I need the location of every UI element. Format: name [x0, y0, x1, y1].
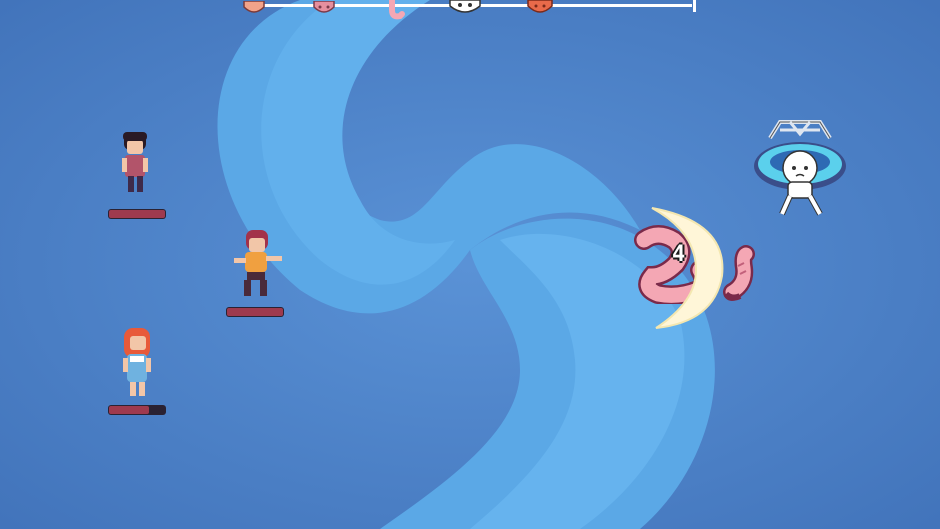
party-member-face-icon [243, 0, 265, 13]
hp-bar-boy-orange-shirt [226, 307, 284, 317]
damage-number: 4 [672, 242, 686, 267]
turn-icon-party-member-1 [242, 0, 266, 14]
party-member-face-icon [313, 0, 335, 13]
hp-bar-boy-dark-hair [108, 209, 166, 219]
turn-order-end-marker [693, 0, 696, 12]
hp-fill [109, 406, 149, 414]
battle-scene: 4 [0, 0, 940, 529]
enemy-ufo-ghost[interactable] [750, 116, 850, 224]
ghost-enemy-face-icon [449, 0, 481, 13]
turn-icon-ghost-enemy [448, 0, 482, 14]
turn-icon-party-member-2 [312, 0, 336, 14]
party-member-face-icon [527, 0, 553, 13]
party-member-boy-orange-shirt[interactable] [232, 228, 288, 302]
hp-bar-girl-red-hair [108, 405, 166, 415]
party-member-boy-dark-hair[interactable] [118, 128, 154, 204]
crescent-slash-effect [651, 207, 724, 329]
turn-icon-worm-enemy [388, 0, 408, 20]
worm-enemy-icon [389, 0, 405, 20]
swirl-background [0, 0, 940, 529]
turn-icon-party-member-3 [526, 0, 554, 14]
turn-order-bar [238, 0, 696, 20]
hp-fill [109, 210, 165, 218]
party-member-girl-red-hair[interactable] [118, 326, 156, 402]
hp-fill [227, 308, 283, 316]
